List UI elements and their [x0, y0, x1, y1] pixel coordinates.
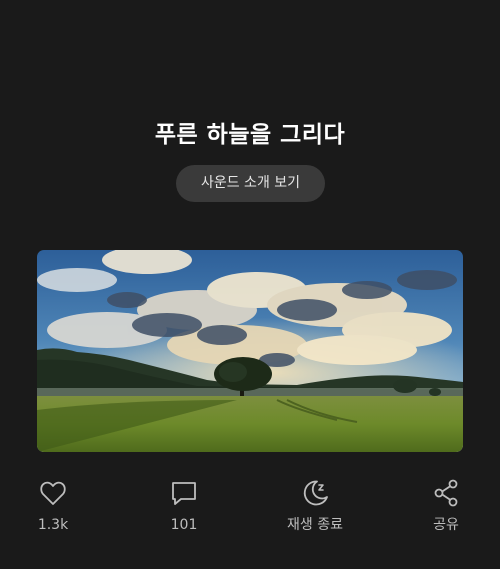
moon-zzz-icon: [303, 480, 328, 506]
page-title: 푸른 하늘을 그리다: [154, 122, 346, 148]
comment-button[interactable]: 101: [134, 478, 234, 534]
share-label: 공유: [433, 517, 459, 533]
sound-intro-button[interactable]: 사운드 소개 보기: [176, 165, 325, 202]
share-icon: [434, 479, 458, 507]
comment-icon: [172, 482, 196, 505]
heart-icon: [40, 481, 66, 505]
hero-image: [37, 250, 463, 452]
sleep-timer-label: 재생 종료: [287, 517, 343, 533]
sleep-timer-button[interactable]: 재생 종료: [265, 478, 365, 534]
action-bar: 1.3k 101 재생 종료 공유: [0, 478, 500, 538]
like-button[interactable]: 1.3k: [3, 478, 103, 534]
comment-count: 101: [170, 517, 198, 533]
like-count: 1.3k: [37, 517, 69, 533]
share-button[interactable]: 공유: [396, 478, 496, 534]
